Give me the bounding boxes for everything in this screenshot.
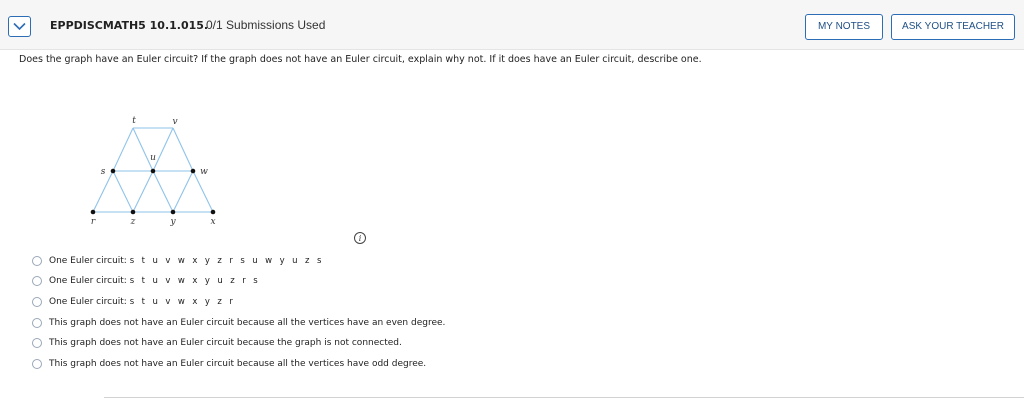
answer-option[interactable]: One Euler circuit: s t u v w x y z r s u…: [32, 255, 324, 267]
vertex-label-r: r: [91, 217, 96, 227]
vertex-label-x: x: [210, 217, 215, 227]
vertex-u: [150, 168, 156, 174]
chevron-down-icon: [13, 22, 26, 31]
edge-y-w: [172, 170, 194, 213]
my-notes-button[interactable]: MY NOTES: [805, 14, 883, 40]
answer-option-prefix: One Euler circuit:: [49, 276, 130, 286]
answer-option-label: One Euler circuit: s t u v w x y z r s u…: [49, 256, 324, 266]
vertex-label-z: z: [130, 217, 136, 227]
answer-option[interactable]: This graph does not have an Euler circui…: [32, 317, 445, 329]
vertex-y: [170, 209, 176, 215]
answer-option-path: s t u v w x y z r: [129, 297, 236, 307]
radio-button[interactable]: [32, 297, 42, 307]
submissions-used: 0/1 Submissions Used: [206, 18, 326, 32]
question-id: EPPDISCMATH5 10.1.015.: [50, 19, 209, 32]
question-header: EPPDISCMATH5 10.1.015. 0/1 Submissions U…: [0, 0, 1024, 50]
vertex-z: [130, 209, 136, 215]
vertex-label-t: t: [132, 116, 136, 126]
answer-option-label: This graph does not have an Euler circui…: [49, 359, 427, 369]
question-text: Does the graph have an Euler circuit? If…: [19, 54, 702, 65]
ask-your-teacher-button[interactable]: ASK YOUR TEACHER: [891, 14, 1015, 40]
edge-w-x: [192, 170, 214, 213]
vertex-x: [210, 209, 216, 215]
vertex-r: [90, 209, 96, 215]
radio-button[interactable]: [32, 276, 42, 286]
edge-s-z: [112, 170, 134, 213]
vertex-s: [110, 168, 116, 174]
answer-option-prefix: One Euler circuit:: [49, 297, 130, 307]
answer-option-label: This graph does not have an Euler circui…: [49, 318, 446, 328]
vertex-label-u: u: [150, 153, 156, 163]
edge-z-u: [132, 170, 154, 213]
euler-graph-figure: t v u s w r z y x: [90, 116, 216, 227]
edge-t-u: [132, 127, 154, 172]
edge-s-t: [112, 127, 134, 172]
answer-option[interactable]: One Euler circuit: s t u v w x y u z r s: [32, 275, 260, 287]
vertex-label-v: v: [172, 117, 177, 127]
radio-button[interactable]: [32, 359, 42, 369]
vertex-label-y: y: [169, 217, 176, 227]
edge-u-y: [152, 170, 174, 213]
answer-option[interactable]: This graph does not have an Euler circui…: [32, 358, 426, 370]
edge-r-s: [92, 170, 114, 213]
radio-button[interactable]: [32, 256, 42, 266]
vertex-label-w: w: [200, 167, 208, 177]
info-icon[interactable]: i: [354, 232, 366, 244]
radio-button[interactable]: [32, 338, 42, 348]
answer-option[interactable]: One Euler circuit: s t u v w x y z r: [32, 296, 235, 308]
divider: [104, 397, 1024, 398]
answer-option-label: This graph does not have an Euler circui…: [49, 338, 402, 348]
edge-v-w: [172, 127, 194, 172]
answer-option-label: One Euler circuit: s t u v w x y u z r s: [49, 276, 260, 286]
answer-option-path: s t u v w x y z r s u w y u z s: [129, 256, 324, 266]
edge-u-v: [152, 127, 174, 172]
radio-button[interactable]: [32, 318, 42, 328]
answer-option-label: One Euler circuit: s t u v w x y z r: [49, 297, 235, 307]
collapse-toggle-button[interactable]: [8, 16, 31, 37]
answer-option-path: s t u v w x y u z r s: [129, 276, 261, 286]
vertex-label-s: s: [101, 167, 106, 177]
vertex-w: [190, 168, 196, 174]
graph-vertices: [90, 168, 216, 215]
answer-option[interactable]: This graph does not have an Euler circui…: [32, 337, 402, 349]
answer-option-prefix: One Euler circuit:: [49, 256, 130, 266]
